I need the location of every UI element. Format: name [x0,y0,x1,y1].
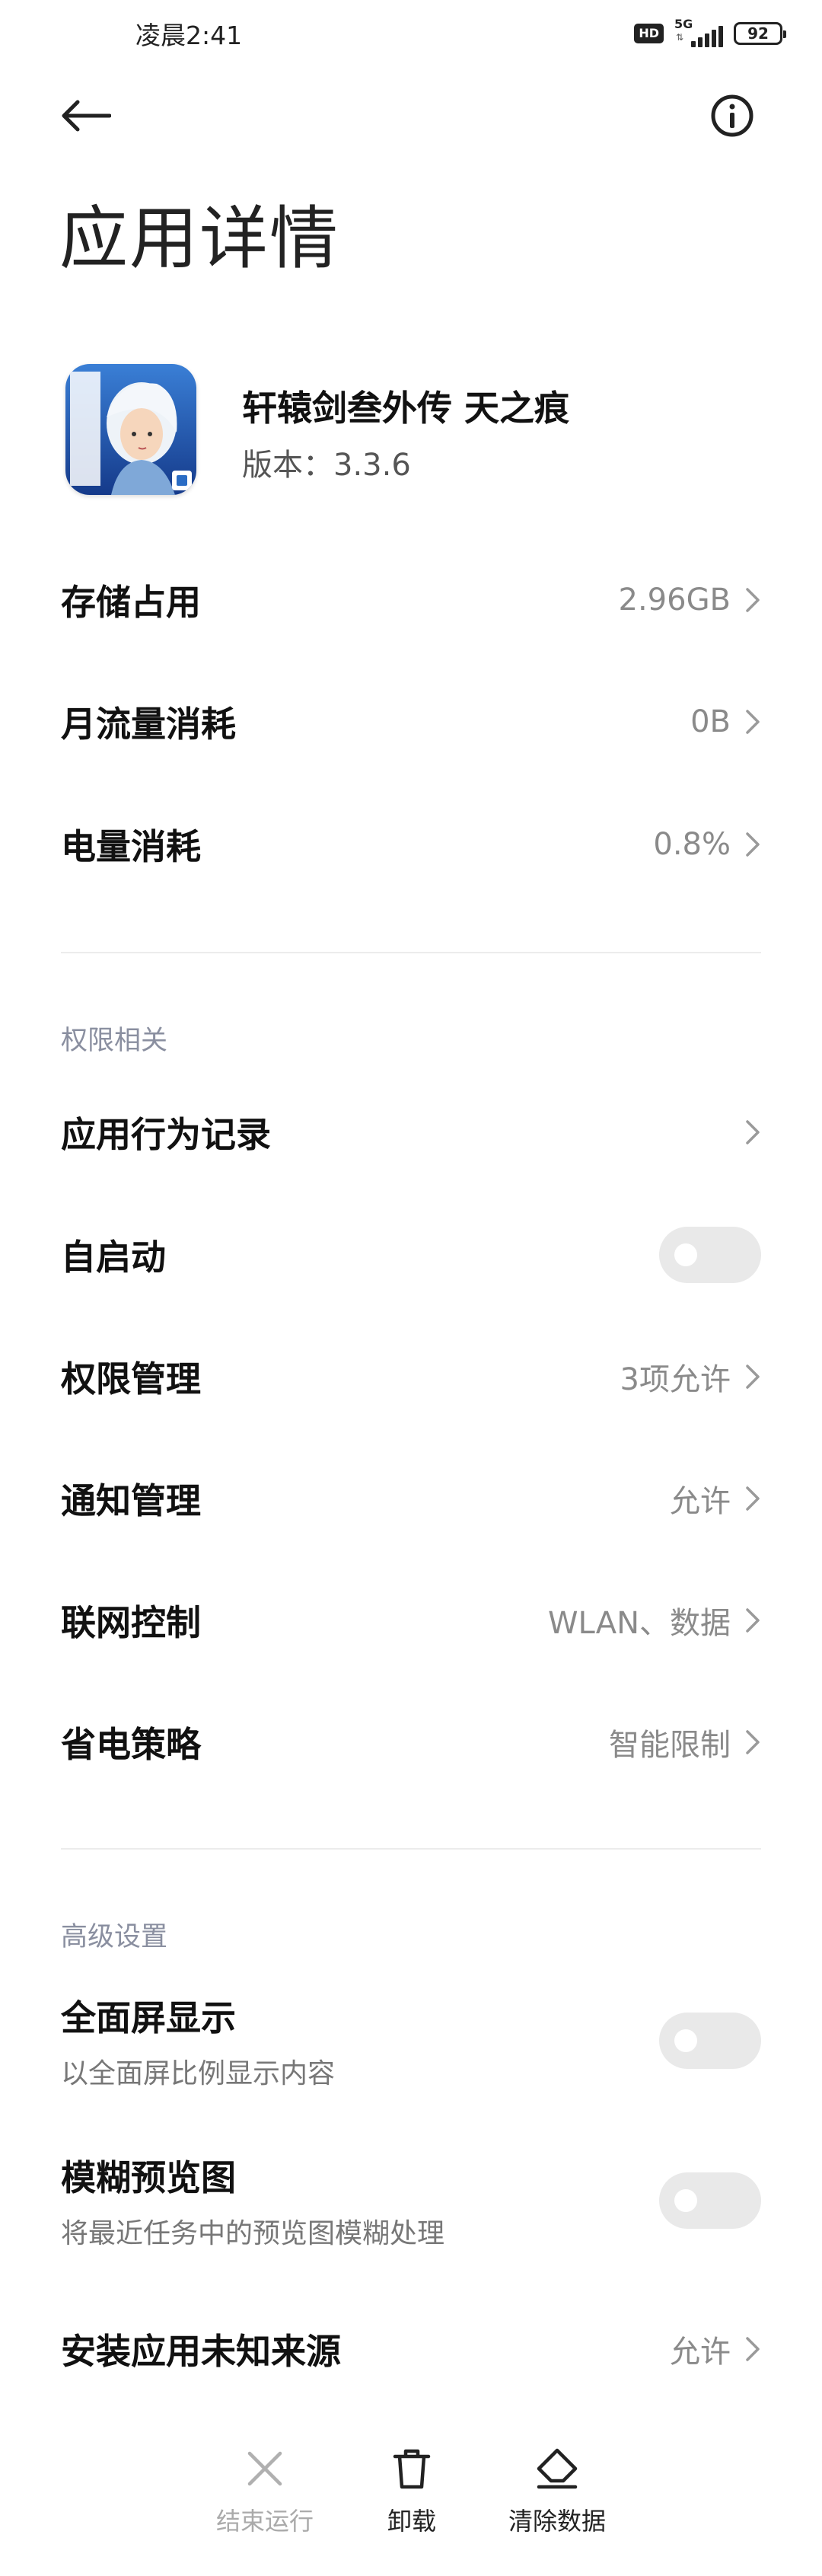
row-label: 自启动 [61,1237,166,1278]
row-sublabel: 将最近任务中的预览图模糊处理 [61,2218,445,2249]
chevron-right-icon [746,1120,760,1144]
app-name: 轩辕剑叁外传 天之痕 [242,388,570,429]
signal-icon: 5G ⇅ [674,17,723,49]
row-label: 安装应用未知来源 [61,2331,341,2372]
row-label: 联网控制 [61,1602,201,1643]
row-value: 0.8% [653,827,731,862]
bottom-label: 清除数据 [508,2507,606,2536]
divider [61,952,761,953]
arrow-left-icon [62,100,111,132]
info-button[interactable] [709,93,755,139]
divider [61,1848,761,1850]
signal-bars-icon [691,26,723,47]
fullscreen-display-toggle[interactable] [659,2013,761,2069]
row-value: WLAN、数据 [547,1606,731,1641]
row-label: 通知管理 [61,1480,201,1521]
row-value: 允许 [670,1484,731,1519]
uninstall-button[interactable]: 卸载 [328,2444,495,2537]
network-control-row[interactable]: 联网控制 WLAN、数据 [61,1575,761,1666]
page-title: 应用详情 [59,199,339,279]
clear-data-button[interactable]: 清除数据 [473,2444,641,2537]
network-type: 5G [674,17,693,31]
section-header-advanced: 高级设置 [61,1922,168,1952]
row-label: 存储占用 [61,582,201,623]
status-bar: 凌晨2:41 HD 5G ⇅ 92 [0,0,822,70]
data-usage-row[interactable]: 月流量消耗 0B [61,676,761,768]
row-value: 2.96GB [618,583,731,618]
fullscreen-display-row: 全面屏显示 以全面屏比例显示内容 [61,1980,761,2102]
info-circle-icon [711,94,754,137]
status-icons: HD 5G ⇅ 92 [634,17,786,50]
row-sublabel: 以全面屏比例显示内容 [61,2058,336,2089]
app-behavior-log-row[interactable]: 应用行为记录 [61,1087,761,1178]
row-label: 应用行为记录 [61,1114,271,1155]
bottom-label: 卸载 [387,2507,436,2536]
close-x-icon [247,2451,282,2486]
row-label: 电量消耗 [61,826,201,867]
chevron-right-icon [746,588,760,612]
row-value: 0B [690,704,731,739]
row-label: 模糊预览图 [61,2157,236,2198]
toggle-knob [674,2029,697,2052]
chevron-right-icon [746,2337,760,2361]
storage-row[interactable]: 存储占用 2.96GB [61,554,761,646]
chevron-right-icon [746,1730,760,1754]
autostart-toggle[interactable] [659,1227,761,1283]
notification-management-row[interactable]: 通知管理 允许 [61,1453,761,1544]
section-header-permissions: 权限相关 [61,1026,168,1056]
battery-icon: 92 [734,22,786,45]
hd-badge: HD [634,24,664,43]
app-icon [65,364,196,495]
row-label: 省电策略 [61,1724,201,1765]
chevron-right-icon [746,1365,760,1389]
chevron-right-icon [746,710,760,734]
back-button[interactable] [59,91,117,140]
permission-management-row[interactable]: 权限管理 3项允许 [61,1331,761,1422]
app-version: 版本：3.3.6 [242,448,411,483]
toggle-knob [674,1243,697,1266]
app-header: 轩辕剑叁外传 天之痕 版本：3.3.6 [65,364,766,500]
force-stop-button[interactable]: 结束运行 [181,2444,349,2537]
row-value: 允许 [670,2335,731,2370]
install-unknown-sources-row[interactable]: 安装应用未知来源 允许 [61,2303,761,2395]
row-value: 智能限制 [609,1728,731,1763]
bottom-label: 结束运行 [215,2507,314,2536]
chevron-right-icon [746,1608,760,1633]
bottom-action-bar: 结束运行 卸载 清除数据 [0,2444,822,2576]
chevron-right-icon [746,1486,760,1511]
data-arrows-icon: ⇅ [676,32,684,43]
battery-level: 92 [747,24,769,43]
row-value: 3项允许 [620,1362,731,1397]
battery-usage-row[interactable]: 电量消耗 0.8% [61,799,761,890]
battery-saver-row[interactable]: 省电策略 智能限制 [61,1697,761,1788]
eraser-icon [537,2448,578,2489]
toggle-knob [674,2189,697,2212]
chevron-right-icon [746,832,760,857]
blur-preview-toggle[interactable] [659,2172,761,2229]
blur-preview-row: 模糊预览图 将最近任务中的预览图模糊处理 [61,2140,761,2262]
trash-icon [393,2449,431,2489]
row-label: 全面屏显示 [61,1997,236,2038]
row-label: 月流量消耗 [61,704,236,745]
status-time: 凌晨2:41 [135,21,243,50]
autostart-row: 自启动 [61,1209,761,1301]
row-label: 权限管理 [61,1358,201,1400]
